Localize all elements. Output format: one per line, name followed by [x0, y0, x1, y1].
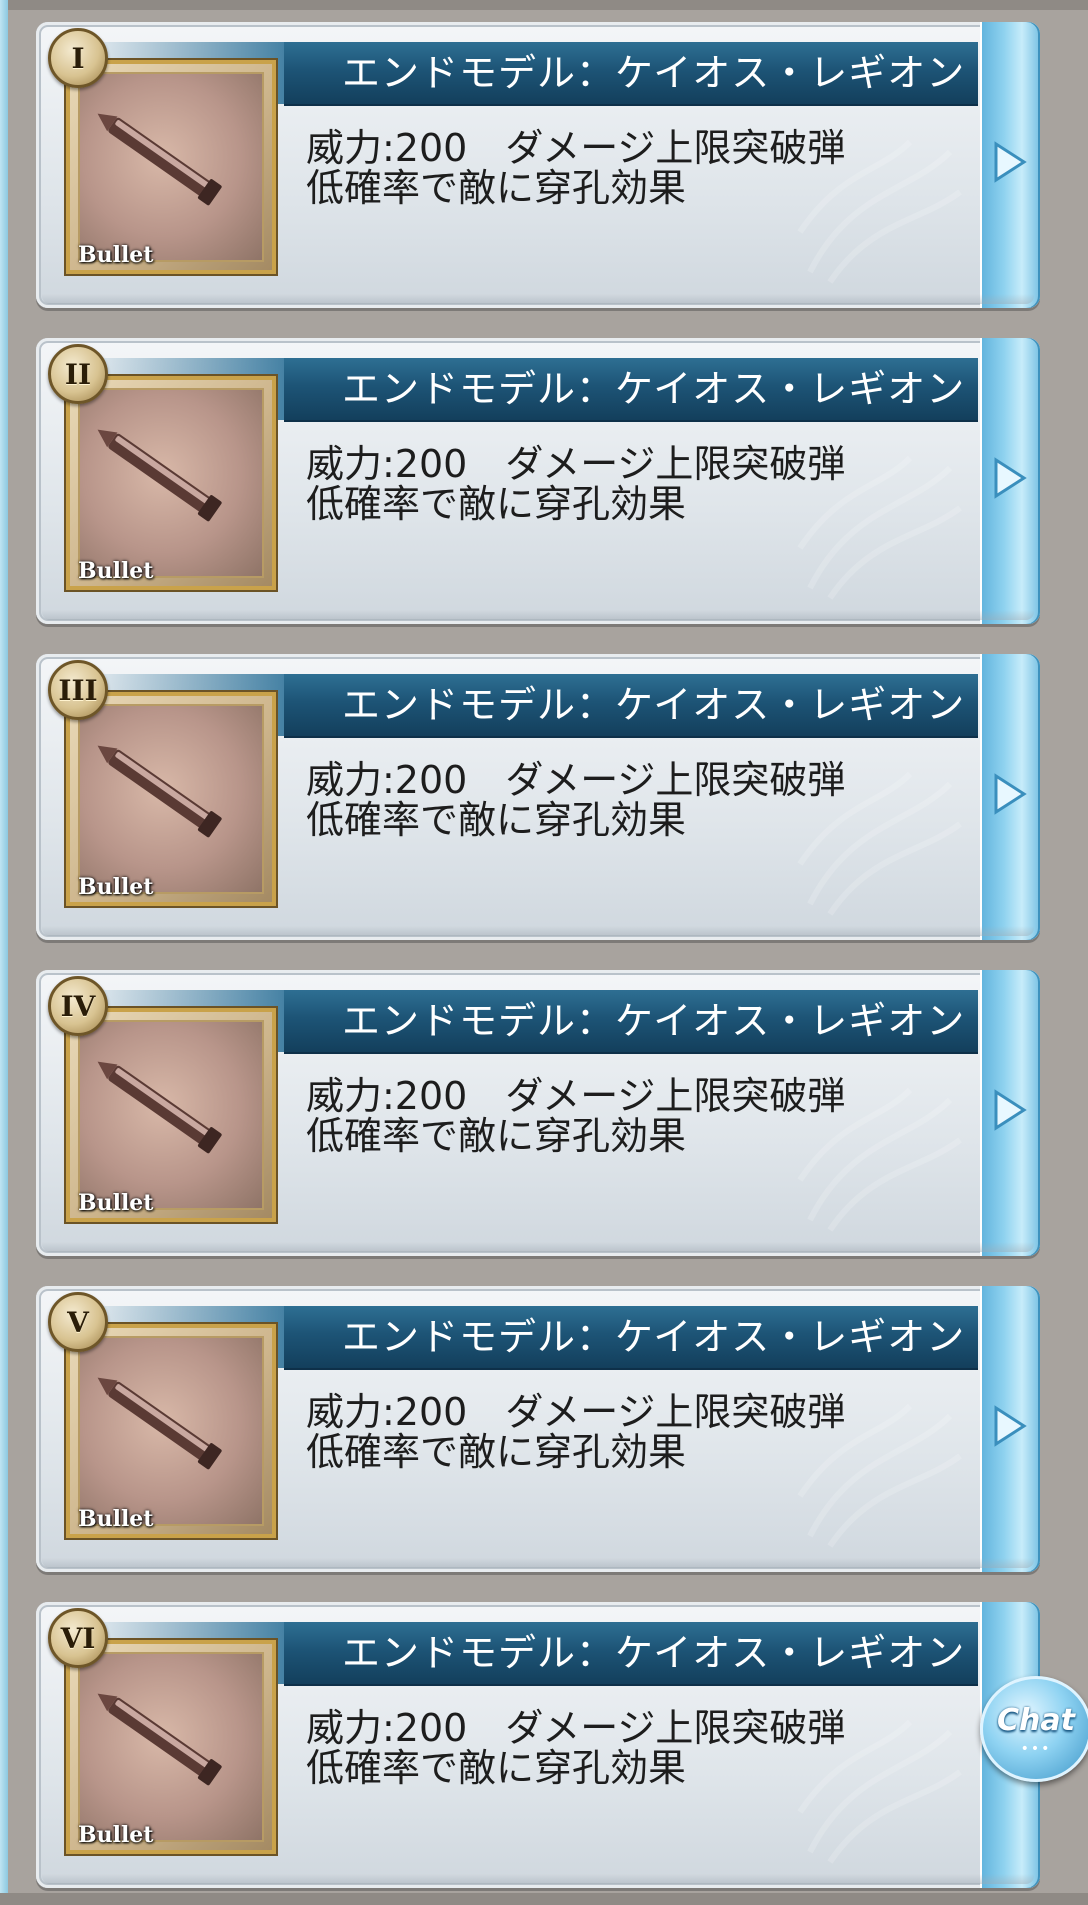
bullet-type-label: Bullet: [78, 242, 154, 268]
bullet-name: エンドモデル：ケイオス・レギオン: [342, 683, 966, 727]
bullet-power-text: 威力:200 ダメージ上限突破弾: [306, 758, 846, 802]
bullet-effect-text: 低確率で敵に穿孔効果: [306, 482, 687, 526]
bullet-name: エンドモデル：ケイオス・レギオン: [342, 367, 966, 411]
bullet-thumbnail[interactable]: Bullet: [66, 692, 276, 906]
chat-label: Chat: [997, 1703, 1075, 1738]
slot-numeral: III: [58, 673, 98, 707]
bullet-name: エンドモデル：ケイオス・レギオン: [342, 999, 966, 1043]
slot-number-badge: VI: [48, 1608, 108, 1668]
slot-numeral: I: [71, 41, 85, 75]
bullet-power-text: 威力:200 ダメージ上限突破弾: [306, 442, 846, 486]
bullet-icon: [97, 1061, 222, 1154]
bullet-type-label: Bullet: [78, 1190, 154, 1216]
bullet-power-text: 威力:200 ダメージ上限突破弾: [306, 1074, 846, 1118]
bullet-thumbnail[interactable]: Bullet: [66, 376, 276, 590]
slot-numeral: VI: [60, 1621, 96, 1655]
bullet-card[interactable]: エンドモデル：ケイオス・レギオン 威力:200 ダメージ上限突破弾 低確率で敵に…: [36, 970, 1040, 1256]
bullet-type-label: Bullet: [78, 874, 154, 900]
bullet-thumbnail[interactable]: Bullet: [66, 60, 276, 274]
bullet-icon: [97, 1377, 222, 1470]
play-arrow-icon: [994, 1405, 1027, 1447]
slot-number-badge: V: [48, 1292, 108, 1352]
bullet-description: 威力:200 ダメージ上限突破弾 低確率で敵に穿孔効果: [306, 128, 966, 208]
bullet-description: 威力:200 ダメージ上限突破弾 低確率で敵に穿孔効果: [306, 1392, 966, 1472]
bullet-description: 威力:200 ダメージ上限突破弾 低確率で敵に穿孔効果: [306, 1708, 966, 1788]
bullet-description: 威力:200 ダメージ上限突破弾 低確率で敵に穿孔効果: [306, 1076, 966, 1156]
slot-numeral: II: [64, 357, 92, 391]
slot-numeral: V: [67, 1305, 89, 1339]
bottom-edge: [0, 1893, 1088, 1905]
bullet-card[interactable]: エンドモデル：ケイオス・レギオン 威力:200 ダメージ上限突破弾 低確率で敵に…: [36, 654, 1040, 940]
open-details-button[interactable]: [980, 22, 1040, 308]
bullet-icon: [97, 745, 222, 838]
play-arrow-icon: [994, 457, 1027, 499]
bullet-effect-text: 低確率で敵に穿孔効果: [306, 1746, 687, 1790]
slot-number-badge: IV: [48, 976, 108, 1036]
bullet-card[interactable]: エンドモデル：ケイオス・レギオン 威力:200 ダメージ上限突破弾 低確率で敵に…: [36, 338, 1040, 624]
bullet-power-text: 威力:200 ダメージ上限突破弾: [306, 1390, 846, 1434]
slot-number-badge: I: [48, 28, 108, 88]
bullet-icon: [97, 1693, 222, 1786]
slot-number-badge: II: [48, 344, 108, 404]
bullet-thumbnail[interactable]: Bullet: [66, 1324, 276, 1538]
chat-button[interactable]: Chat •••: [980, 1676, 1088, 1782]
bullet-list: エンドモデル：ケイオス・レギオン 威力:200 ダメージ上限突破弾 低確率で敵に…: [0, 0, 1088, 1905]
bullet-effect-text: 低確率で敵に穿孔効果: [306, 1114, 687, 1158]
card-title-bar: エンドモデル：ケイオス・レギオン: [74, 42, 978, 106]
bullet-description: 威力:200 ダメージ上限突破弾 低確率で敵に穿孔効果: [306, 444, 966, 524]
bullet-effect-text: 低確率で敵に穿孔効果: [306, 798, 687, 842]
play-arrow-icon: [994, 141, 1027, 183]
bullet-name: エンドモデル：ケイオス・レギオン: [342, 1315, 966, 1359]
open-details-button[interactable]: [980, 654, 1040, 940]
bullet-type-label: Bullet: [78, 1822, 154, 1848]
bullet-effect-text: 低確率で敵に穿孔効果: [306, 1430, 687, 1474]
chat-bubble-icon: •••: [1020, 1741, 1052, 1757]
card-title-bar: エンドモデル：ケイオス・レギオン: [74, 358, 978, 422]
open-details-button[interactable]: [980, 338, 1040, 624]
bullet-power-text: 威力:200 ダメージ上限突破弾: [306, 126, 846, 170]
play-arrow-icon: [994, 773, 1027, 815]
card-title-bar: エンドモデル：ケイオス・レギオン: [74, 674, 978, 738]
bullet-type-label: Bullet: [78, 558, 154, 584]
bullet-effect-text: 低確率で敵に穿孔効果: [306, 166, 687, 210]
card-title-bar: エンドモデル：ケイオス・レギオン: [74, 1622, 978, 1686]
play-arrow-icon: [994, 1089, 1027, 1131]
bullet-type-label: Bullet: [78, 1506, 154, 1532]
card-title-bar: エンドモデル：ケイオス・レギオン: [74, 990, 978, 1054]
card-title-bar: エンドモデル：ケイオス・レギオン: [74, 1306, 978, 1370]
slot-number-badge: III: [48, 660, 108, 720]
bullet-thumbnail[interactable]: Bullet: [66, 1640, 276, 1854]
slot-numeral: IV: [60, 989, 96, 1023]
bullet-name: エンドモデル：ケイオス・レギオン: [342, 51, 966, 95]
bullet-card[interactable]: エンドモデル：ケイオス・レギオン 威力:200 ダメージ上限突破弾 低確率で敵に…: [36, 22, 1040, 308]
open-details-button[interactable]: [980, 970, 1040, 1256]
open-details-button[interactable]: [980, 1286, 1040, 1572]
bullet-name: エンドモデル：ケイオス・レギオン: [342, 1631, 966, 1675]
bullet-icon: [97, 429, 222, 522]
bullet-thumbnail[interactable]: Bullet: [66, 1008, 276, 1222]
bullet-icon: [97, 113, 222, 206]
bullet-description: 威力:200 ダメージ上限突破弾 低確率で敵に穿孔効果: [306, 760, 966, 840]
bullet-power-text: 威力:200 ダメージ上限突破弾: [306, 1706, 846, 1750]
bullet-card[interactable]: エンドモデル：ケイオス・レギオン 威力:200 ダメージ上限突破弾 低確率で敵に…: [36, 1602, 1040, 1888]
bullet-card[interactable]: エンドモデル：ケイオス・レギオン 威力:200 ダメージ上限突破弾 低確率で敵に…: [36, 1286, 1040, 1572]
